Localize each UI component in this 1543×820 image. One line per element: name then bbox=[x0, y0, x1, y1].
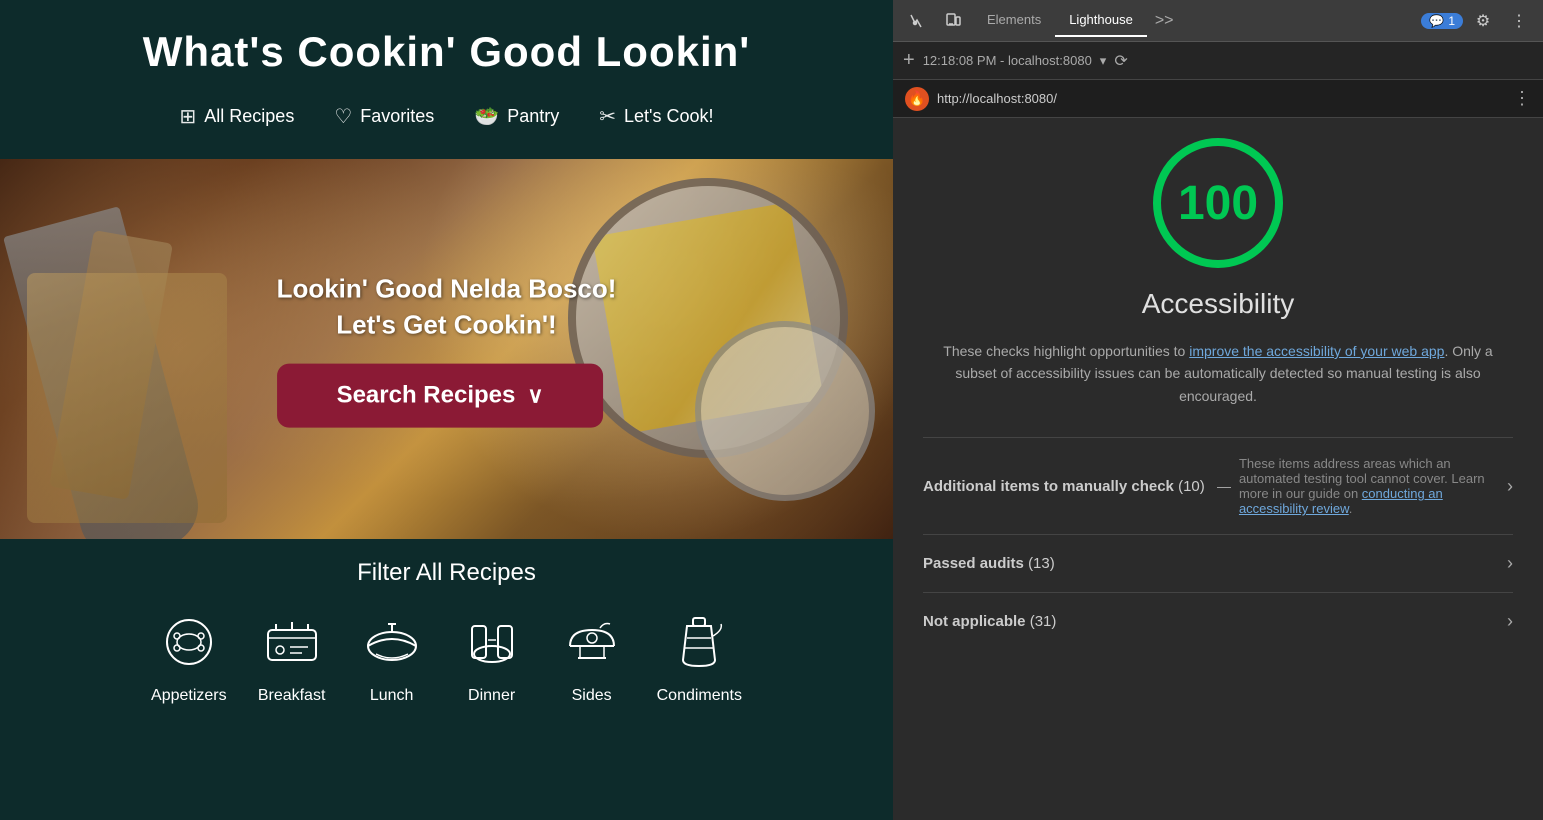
comments-badge[interactable]: 💬 1 bbox=[1421, 13, 1463, 29]
category-lunch[interactable]: Lunch bbox=[357, 607, 427, 705]
app-nav: ⊞ All Recipes ♡ Favorites 🥗 Pantry ✂ Let… bbox=[20, 104, 873, 139]
passed-audits-title: Passed audits (13) bbox=[923, 555, 1055, 572]
badge-count: 1 bbox=[1448, 14, 1455, 28]
sides-label: Sides bbox=[572, 687, 612, 705]
filter-title: Filter All Recipes bbox=[20, 559, 873, 587]
chevron-down-icon: ∨ bbox=[527, 382, 543, 408]
filter-section: Filter All Recipes Appetizers Breakfast bbox=[0, 539, 893, 820]
app-header: What's Cookin' Good Lookin' ⊞ All Recipe… bbox=[0, 0, 893, 159]
lighthouse-fire-icon: 🔥 bbox=[905, 87, 929, 111]
nav-all-recipes-label: All Recipes bbox=[204, 106, 294, 127]
passed-audits-section: Passed audits (13) › bbox=[923, 534, 1513, 592]
devtools-url-bar: + 12:18:08 PM - localhost:8080 ▾ ⟳ bbox=[893, 42, 1543, 80]
manual-check-header[interactable]: Additional items to manually check (10) … bbox=[923, 456, 1513, 516]
category-sides[interactable]: Sides bbox=[557, 607, 627, 705]
score-number: 100 bbox=[1178, 176, 1258, 231]
appetizers-label: Appetizers bbox=[151, 687, 227, 705]
pantry-icon: 🥗 bbox=[474, 104, 499, 129]
add-tab-icon[interactable]: + bbox=[903, 49, 915, 72]
score-circle-container: 100 bbox=[923, 138, 1513, 268]
lunch-icon bbox=[357, 607, 427, 677]
dt-tabs: Elements Lighthouse >> bbox=[973, 4, 1417, 37]
app-panel: What's Cookin' Good Lookin' ⊞ All Recipe… bbox=[0, 0, 893, 820]
passed-audits-chevron-icon: › bbox=[1507, 553, 1513, 574]
na-section: Not applicable (31) › bbox=[923, 592, 1513, 650]
url-more-btn[interactable]: ⋮ bbox=[1513, 88, 1531, 109]
accessibility-link[interactable]: improve the accessibility of your web ap… bbox=[1189, 343, 1444, 359]
na-title: Not applicable (31) bbox=[923, 613, 1056, 630]
dinner-label: Dinner bbox=[468, 687, 515, 705]
devtools-toolbar: Elements Lighthouse >> 💬 1 ⚙ ⋮ bbox=[893, 0, 1543, 42]
cook-icon: ✂ bbox=[599, 104, 616, 129]
manual-check-dash: — bbox=[1217, 478, 1231, 494]
nav-all-recipes[interactable]: ⊞ All Recipes bbox=[180, 104, 295, 129]
nav-lets-cook-label: Let's Cook! bbox=[624, 106, 713, 127]
manual-check-section: Additional items to manually check (10) … bbox=[923, 437, 1513, 534]
breakfast-label: Breakfast bbox=[258, 687, 326, 705]
na-count: (31) bbox=[1030, 613, 1057, 630]
desc-part1: These checks highlight opportunities to bbox=[943, 343, 1189, 359]
current-url: http://localhost:8080/ bbox=[937, 91, 1505, 106]
passed-audits-label: Passed audits bbox=[923, 555, 1024, 572]
category-breakfast[interactable]: Breakfast bbox=[257, 607, 327, 705]
category-appetizers[interactable]: Appetizers bbox=[151, 607, 227, 705]
dinner-icon bbox=[457, 607, 527, 677]
search-recipes-label: Search Recipes bbox=[337, 381, 516, 409]
manual-check-title: Additional items to manually check (10) … bbox=[923, 478, 1239, 495]
hero-content: Lookin' Good Nelda Bosco! Let's Get Cook… bbox=[277, 271, 617, 428]
devtools-url-row: 🔥 http://localhost:8080/ ⋮ bbox=[893, 80, 1543, 118]
lighthouse-content: 100 Accessibility These checks highlight… bbox=[893, 118, 1543, 820]
recipes-icon: ⊞ bbox=[180, 104, 197, 129]
accessibility-description: These checks highlight opportunities to … bbox=[923, 340, 1513, 407]
manual-check-desc: These items address areas which an autom… bbox=[1239, 456, 1507, 516]
heart-icon: ♡ bbox=[334, 104, 352, 129]
category-dinner[interactable]: Dinner bbox=[457, 607, 527, 705]
url-timestamp: 12:18:08 PM - localhost:8080 bbox=[923, 53, 1092, 68]
categories-grid: Appetizers Breakfast Lunch bbox=[20, 607, 873, 705]
condiments-label: Condiments bbox=[657, 687, 742, 705]
search-recipes-button[interactable]: Search Recipes ∨ bbox=[277, 363, 604, 427]
appetizers-icon bbox=[154, 607, 224, 677]
accessibility-title: Accessibility bbox=[923, 288, 1513, 320]
settings-btn[interactable]: ⚙ bbox=[1467, 5, 1499, 37]
dt-right-icons: 💬 1 ⚙ ⋮ bbox=[1421, 5, 1535, 37]
inspector-icon-btn[interactable] bbox=[901, 5, 933, 37]
category-condiments[interactable]: Condiments bbox=[657, 607, 742, 705]
breakfast-icon bbox=[257, 607, 327, 677]
app-title: What's Cookin' Good Lookin' bbox=[20, 28, 873, 76]
more-tabs-icon[interactable]: >> bbox=[1147, 12, 1182, 30]
score-circle: 100 bbox=[1153, 138, 1283, 268]
dropdown-arrow-icon[interactable]: ▾ bbox=[1100, 53, 1107, 69]
manual-check-count: (10) bbox=[1178, 478, 1205, 495]
hero-greeting-line1: Lookin' Good Nelda Bosco! bbox=[277, 271, 617, 307]
hero-section: Lookin' Good Nelda Bosco! Let's Get Cook… bbox=[0, 159, 893, 539]
lunch-label: Lunch bbox=[370, 687, 414, 705]
passed-audits-count: (13) bbox=[1028, 555, 1055, 572]
nav-pantry[interactable]: 🥗 Pantry bbox=[474, 104, 559, 129]
more-menu-btn[interactable]: ⋮ bbox=[1503, 5, 1535, 37]
hero-greeting-line2: Let's Get Cookin'! bbox=[277, 307, 617, 343]
device-toggle-btn[interactable] bbox=[937, 5, 969, 37]
devtools-panel: Elements Lighthouse >> 💬 1 ⚙ ⋮ + 12:18:0… bbox=[893, 0, 1543, 820]
nav-favorites-label: Favorites bbox=[360, 106, 434, 127]
sides-icon bbox=[557, 607, 627, 677]
chat-icon: 💬 bbox=[1429, 14, 1444, 28]
manual-check-label: Additional items to manually check bbox=[923, 478, 1174, 495]
nav-favorites[interactable]: ♡ Favorites bbox=[334, 104, 434, 129]
nav-lets-cook[interactable]: ✂ Let's Cook! bbox=[599, 104, 713, 129]
na-label: Not applicable bbox=[923, 613, 1026, 630]
na-header[interactable]: Not applicable (31) › bbox=[923, 611, 1513, 632]
manual-check-chevron-icon: › bbox=[1507, 476, 1513, 497]
nav-pantry-label: Pantry bbox=[507, 106, 559, 127]
tab-elements[interactable]: Elements bbox=[973, 4, 1055, 37]
condiments-icon bbox=[664, 607, 734, 677]
reload-icon[interactable]: ⟳ bbox=[1114, 51, 1127, 71]
na-chevron-icon: › bbox=[1507, 611, 1513, 632]
tab-lighthouse[interactable]: Lighthouse bbox=[1055, 4, 1147, 37]
hero-greeting: Lookin' Good Nelda Bosco! Let's Get Cook… bbox=[277, 271, 617, 344]
passed-audits-header[interactable]: Passed audits (13) › bbox=[923, 553, 1513, 574]
